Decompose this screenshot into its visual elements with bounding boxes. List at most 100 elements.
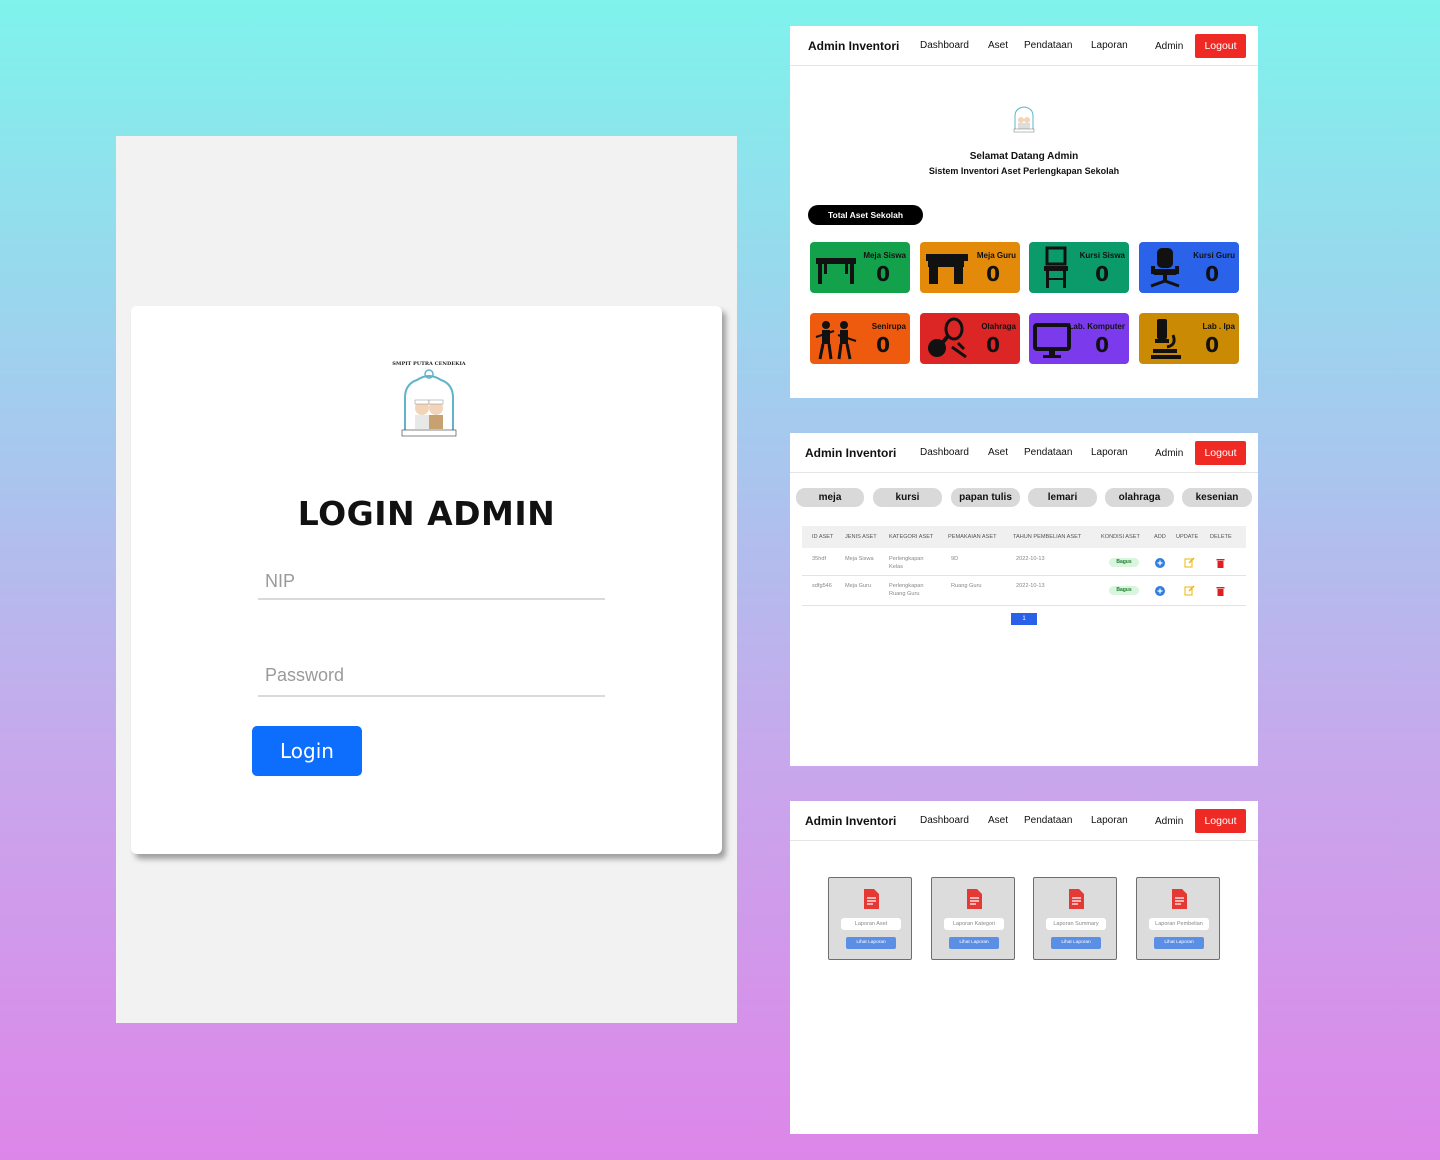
laporan-screen: Admin Inventori Dashboard Aset Pendataan… (790, 801, 1258, 1134)
card-kursi-siswa[interactable]: Kursi Siswa 0 (1029, 242, 1129, 293)
card-label: Olahraga (981, 322, 1016, 331)
document-icon (967, 889, 982, 909)
table-icon (816, 258, 856, 284)
card-meja-siswa[interactable]: Meja Siswa 0 (810, 242, 910, 293)
col-kondisi: KONDISI ASET (1101, 534, 1140, 540)
status-badge: Bagus (1109, 558, 1139, 567)
logout-button[interactable]: Logout (1195, 441, 1246, 465)
nip-input[interactable] (258, 564, 605, 600)
logout-button[interactable]: Logout (1195, 809, 1246, 833)
welcome-text: Selamat Datang Admin (969, 151, 1079, 162)
col-add: ADD (1154, 534, 1166, 540)
school-logo-icon (1013, 106, 1035, 133)
card-lab-ipa[interactable]: Lab . Ipa 0 (1139, 313, 1239, 364)
cell-kategori-line2: Ruang Guru (889, 591, 920, 597)
nav-dashboard[interactable]: Dashboard (920, 40, 969, 51)
card-senirupa[interactable]: Senirupa 0 (810, 313, 910, 364)
card-count: 0 (986, 262, 1000, 286)
brand[interactable]: Admin Inventori (805, 814, 896, 828)
nav-aset[interactable]: Aset (988, 40, 1008, 51)
col-id: ID ASET (812, 534, 834, 540)
cell-pemakaian: 9D (951, 556, 959, 562)
table-row: 35hdf Meja Siswa Perlengkapan Kelas 9D 2… (802, 548, 1246, 576)
nav-pendataan[interactable]: Pendataan (1024, 815, 1072, 826)
card-count: 0 (1205, 333, 1219, 357)
nav-dashboard[interactable]: Dashboard (920, 447, 969, 458)
nav-aset[interactable]: Aset (988, 815, 1008, 826)
view-report-button[interactable]: Lihat Laporan (1051, 937, 1101, 949)
total-assets-label: Total Aset Sekolah (808, 205, 923, 225)
report-card-pembelian: Laporan Pembelian Lihat Laporan (1136, 877, 1220, 960)
desk-icon (926, 254, 968, 284)
card-label: Senirupa (871, 322, 906, 331)
col-jenis: JENIS ASET (845, 534, 877, 540)
navbar: Admin Inventori Dashboard Aset Pendataan… (790, 433, 1258, 473)
nav-dashboard[interactable]: Dashboard (920, 815, 969, 826)
category-kesenian[interactable]: kesenian (1182, 488, 1252, 507)
nav-pendataan[interactable]: Pendataan (1024, 40, 1072, 51)
sports-icon (928, 317, 967, 359)
microscope-icon (1151, 319, 1181, 359)
document-icon (864, 889, 879, 909)
card-count: 0 (876, 333, 890, 357)
col-tahun: TAHUN PEMBELIAN ASET (1013, 534, 1082, 540)
card-meja-guru[interactable]: Meja Guru 0 (920, 242, 1020, 293)
card-label: Lab. Komputer (1068, 322, 1125, 331)
card-label: Kursi Siswa (1079, 251, 1125, 260)
password-input[interactable] (258, 655, 605, 697)
navbar: Admin Inventori Dashboard Aset Pendataan… (790, 801, 1258, 841)
brand[interactable]: Admin Inventori (808, 39, 899, 53)
card-olahraga[interactable]: Olahraga 0 (920, 313, 1020, 364)
svg-text:SMPIT PUTRA CENDEKIA: SMPIT PUTRA CENDEKIA (392, 361, 466, 367)
add-icon[interactable] (1155, 558, 1165, 568)
nav-pendataan[interactable]: Pendataan (1024, 447, 1072, 458)
cell-kategori-line1: Perlengkapan (889, 583, 924, 589)
app-subtitle: Sistem Inventori Aset Perlengkapan Sekol… (928, 166, 1120, 176)
category-lemari[interactable]: lemari (1028, 488, 1097, 507)
card-count: 0 (1095, 262, 1109, 286)
report-name: Laporan Summary (1046, 918, 1106, 930)
category-olahraga[interactable]: olahraga (1105, 488, 1174, 507)
trash-icon[interactable] (1216, 558, 1225, 568)
report-name: Laporan Aset (841, 918, 901, 930)
report-card-kategori: Laporan Kategori Lihat Laporan (931, 877, 1015, 960)
card-label: Kursi Guru (1193, 251, 1235, 260)
nav-aset[interactable]: Aset (988, 447, 1008, 458)
musicians-icon (815, 321, 857, 360)
login-button[interactable]: Login (252, 726, 362, 776)
category-kursi[interactable]: kursi (873, 488, 942, 507)
card-lab-komputer[interactable]: Lab. Komputer 0 (1029, 313, 1129, 364)
report-name: Laporan Pembelian (1149, 918, 1209, 930)
logout-button[interactable]: Logout (1195, 34, 1246, 58)
brand[interactable]: Admin Inventori (805, 446, 896, 460)
report-name: Laporan Kategori (944, 918, 1004, 930)
card-count: 0 (986, 333, 1000, 357)
office-chair-icon (1150, 248, 1180, 288)
trash-icon[interactable] (1216, 586, 1225, 596)
cell-jenis: Meja Siswa (845, 556, 874, 562)
table-header: ID ASET JENIS ASET KATEGORI ASET PEMAKAI… (802, 526, 1246, 548)
view-report-button[interactable]: Lihat Laporan (1154, 937, 1204, 949)
card-kursi-guru[interactable]: Kursi Guru 0 (1139, 242, 1239, 293)
card-count: 0 (1205, 262, 1219, 286)
nav-laporan[interactable]: Laporan (1091, 40, 1128, 51)
cell-kategori-line2: Kelas (889, 564, 903, 570)
category-papan-tulis[interactable]: papan tulis (951, 488, 1020, 507)
add-icon[interactable] (1155, 586, 1165, 596)
edit-icon[interactable] (1184, 585, 1195, 596)
pagination-page-1[interactable]: 1 (1011, 613, 1037, 625)
nav-laporan[interactable]: Laporan (1091, 447, 1128, 458)
card-label: Lab . Ipa (1202, 322, 1235, 331)
category-meja[interactable]: meja (796, 488, 864, 507)
view-report-button[interactable]: Lihat Laporan (949, 937, 999, 949)
cell-tahun: 2022-10-13 (1016, 556, 1045, 562)
report-card-summary: Laporan Summary Lihat Laporan (1033, 877, 1117, 960)
nav-laporan[interactable]: Laporan (1091, 815, 1128, 826)
edit-icon[interactable] (1184, 557, 1195, 568)
login-title: LOGIN ADMIN (297, 494, 556, 533)
cell-kategori-line1: Perlengkapan (889, 556, 924, 562)
document-icon (1069, 889, 1084, 909)
view-report-button[interactable]: Lihat Laporan (846, 937, 896, 949)
asset-table: ID ASET JENIS ASET KATEGORI ASET PEMAKAI… (802, 526, 1246, 606)
cell-id: sdfg546 (812, 583, 832, 589)
